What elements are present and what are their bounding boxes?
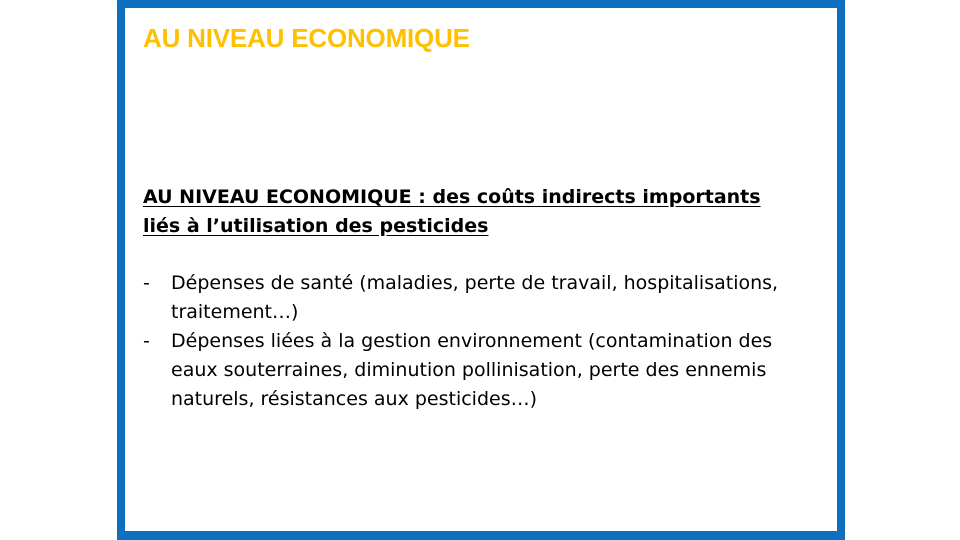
bullet-item: - Dépenses de santé (maladies, perte de … (143, 269, 803, 327)
bullet-text: Dépenses de santé (maladies, perte de tr… (171, 272, 779, 323)
bullet-text: Dépenses liées à la gestion environnemen… (171, 330, 773, 410)
slide: AU NIVEAU ECONOMIQUE AU NIVEAU ECONOMIQU… (0, 0, 960, 540)
content-heading: AU NIVEAU ECONOMIQUE : des coûts indirec… (143, 186, 761, 237)
bullet-item: - Dépenses liées à la gestion environnem… (143, 327, 803, 414)
slide-frame-bottom (117, 531, 845, 540)
slide-content: AU NIVEAU ECONOMIQUE : des coûts indirec… (143, 183, 803, 414)
bullet-marker: - (143, 330, 150, 352)
slide-title: AU NIVEAU ECONOMIQUE (143, 23, 470, 53)
bullet-marker: - (143, 272, 150, 294)
bullet-list: - Dépenses de santé (maladies, perte de … (143, 269, 803, 414)
